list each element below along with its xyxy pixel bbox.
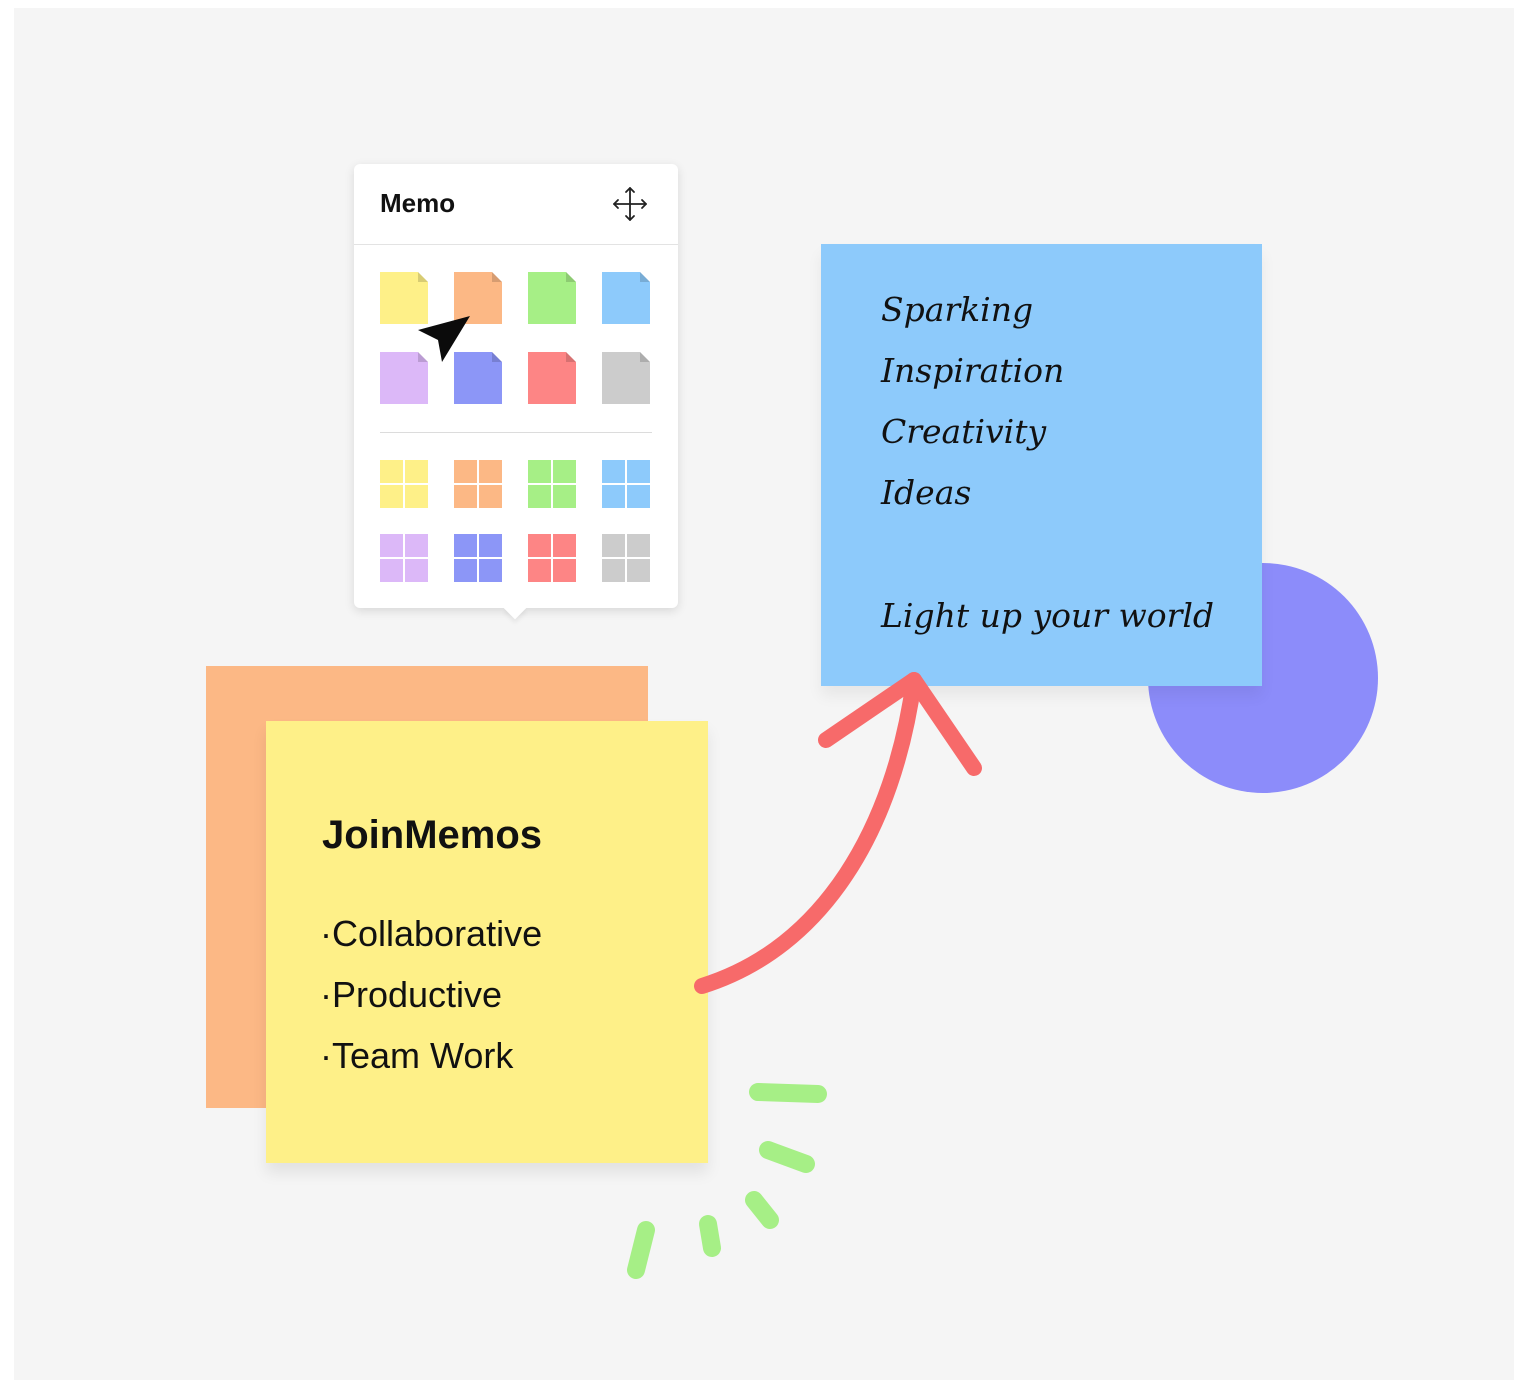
- sparkle-stroke: [627, 1221, 655, 1279]
- grid-cell: [454, 485, 477, 508]
- grid-cell: [479, 534, 502, 557]
- grid-cell: [602, 534, 625, 557]
- note-list-item: Ideas: [881, 473, 972, 512]
- sparkle-stroke: [699, 1215, 721, 1257]
- divider: [380, 432, 652, 433]
- sparkle-stroke: [749, 1083, 827, 1103]
- grid-cell: [602, 485, 625, 508]
- note-tagline: Light up your world: [881, 596, 1215, 635]
- memo-panel-header: Memo: [354, 164, 678, 245]
- grid-swatch-periwinkle[interactable]: [454, 534, 502, 582]
- note-list-item: Inspiration: [881, 351, 1065, 390]
- blue-sticky-note[interactable]: Sparking Inspiration Creativity Ideas Li…: [821, 244, 1262, 686]
- grid-cell: [627, 485, 650, 508]
- grid-cell: [405, 460, 428, 483]
- grid-swatch-red[interactable]: [528, 534, 576, 582]
- grid-swatch-green[interactable]: [528, 460, 576, 508]
- grid-swatch-blue[interactable]: [602, 460, 650, 508]
- grid-swatch-lilac[interactable]: [380, 534, 428, 582]
- grid-cell: [528, 534, 551, 557]
- grid-cell: [454, 534, 477, 557]
- note-swatch-green[interactable]: [528, 272, 576, 324]
- grid-cell: [479, 485, 502, 508]
- grid-cell: [380, 460, 403, 483]
- note-swatch-red[interactable]: [528, 352, 576, 404]
- yellow-sticky-note[interactable]: JoinMemos ·Collaborative ·Productive ·Te…: [266, 721, 708, 1163]
- note-swatch-blue[interactable]: [602, 272, 650, 324]
- sparkle-stroke: [759, 1141, 815, 1173]
- grid-cell: [405, 534, 428, 557]
- grid-cell: [528, 559, 551, 582]
- grid-cell: [627, 534, 650, 557]
- grid-cell: [454, 460, 477, 483]
- grid-cell: [380, 485, 403, 508]
- pointer-arrow-icon: [418, 316, 470, 362]
- grid-cell: [553, 460, 576, 483]
- grid-cell: [553, 485, 576, 508]
- grid-cell: [479, 559, 502, 582]
- grid-cell: [380, 534, 403, 557]
- whiteboard-canvas[interactable]: JoinMemos ·Collaborative ·Productive ·Te…: [14, 8, 1514, 1380]
- grid-cell: [602, 460, 625, 483]
- memo-panel-title: Memo: [380, 188, 456, 218]
- note-list-item: Sparking: [881, 290, 1034, 329]
- grid-cell: [405, 485, 428, 508]
- note-list-item: ·Collaborative: [320, 913, 543, 954]
- grid-cell: [627, 460, 650, 483]
- grid-cell: [553, 534, 576, 557]
- note-list-item: Creativity: [881, 412, 1047, 451]
- grid-cell: [380, 559, 403, 582]
- grid-swatch-orange[interactable]: [454, 460, 502, 508]
- grid-cell: [405, 559, 428, 582]
- grid-cell: [479, 460, 502, 483]
- note-list-item: ·Productive: [320, 974, 503, 1015]
- grid-swatch-yellow[interactable]: [380, 460, 428, 508]
- move-arrows-icon[interactable]: [608, 182, 652, 226]
- grid-cell: [528, 460, 551, 483]
- note-list-item: ·Team Work: [320, 1035, 514, 1076]
- memo-palette-panel: Memo: [354, 164, 678, 608]
- sparkle-stroke: [745, 1191, 779, 1229]
- grid-cell: [454, 559, 477, 582]
- grid-cell: [627, 559, 650, 582]
- grid-cell: [602, 559, 625, 582]
- grid-swatch-gray[interactable]: [602, 534, 650, 582]
- grid-cell: [528, 485, 551, 508]
- arrow-head-stroke[interactable]: [818, 672, 982, 776]
- grid-cell: [553, 559, 576, 582]
- curved-arrow-stroke[interactable]: [694, 672, 922, 994]
- note-title: JoinMemos: [322, 813, 543, 857]
- note-swatch-gray[interactable]: [602, 352, 650, 404]
